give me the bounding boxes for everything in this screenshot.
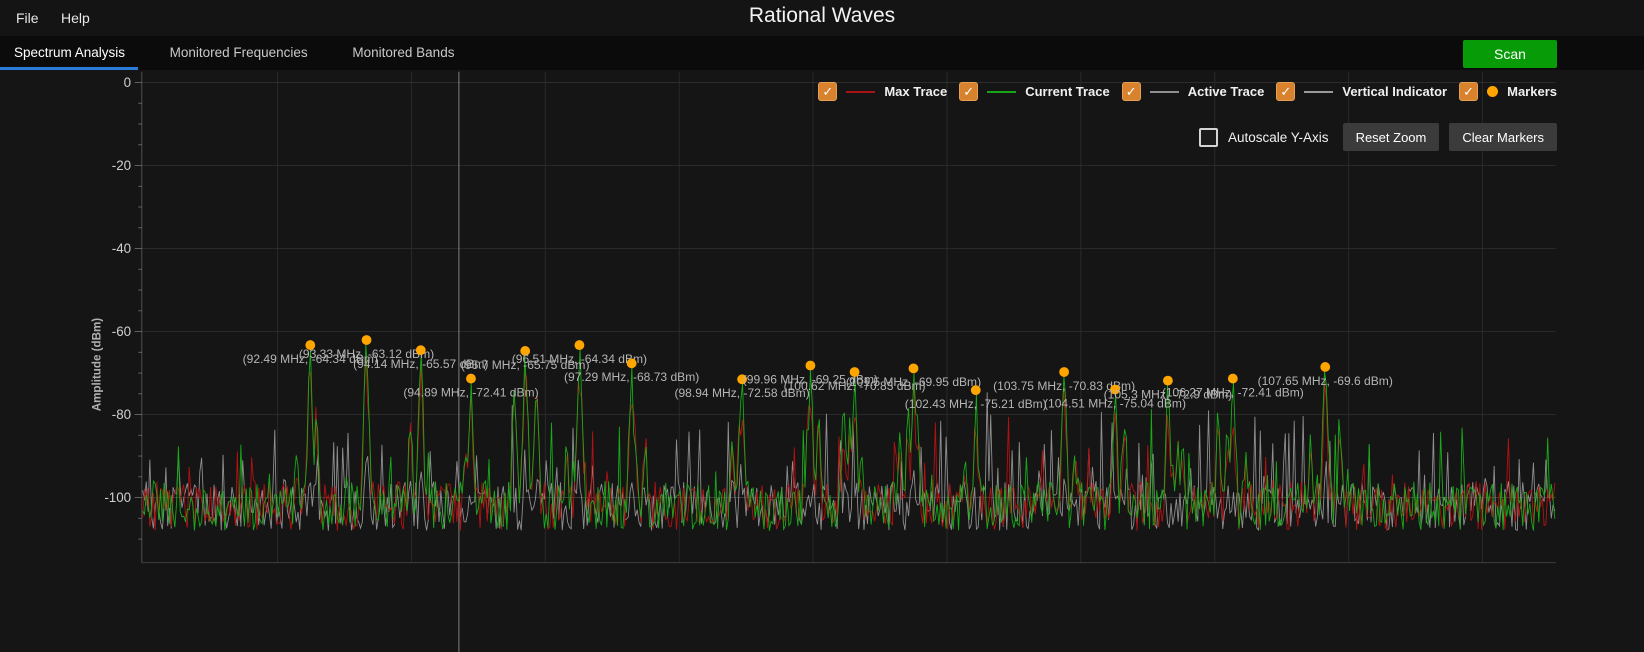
legend-label: Markers (1507, 84, 1557, 99)
marker-dot[interactable] (466, 374, 476, 384)
app-window: FileHelp Rational Waves Scan Spectrum An… (0, 0, 1644, 652)
marker-dot[interactable] (1320, 362, 1330, 372)
scan-button[interactable]: Scan (1463, 40, 1557, 68)
tab-monitored-bands[interactable]: Monitored Bands (338, 36, 468, 67)
marker-label: (101.5 MHz, -69.95 dBm) (846, 375, 981, 389)
marker-label: (107.65 MHz, -69.6 dBm) (1258, 374, 1393, 388)
legend-checkbox-vertical-indicator[interactable]: ✓ (1276, 82, 1295, 101)
marker-dot[interactable] (1163, 376, 1173, 386)
app-title: Rational Waves (0, 4, 1644, 28)
marker-label: (94.89 MHz, -72.41 dBm) (403, 385, 538, 399)
y-tick-label: -20 (112, 158, 131, 173)
trace-line-icon (1150, 91, 1179, 93)
legend-item-markers: ✓ Markers (1459, 82, 1557, 101)
checkmark-icon: ✓ (1463, 85, 1474, 98)
tab-spectrum-analysis[interactable]: Spectrum Analysis (0, 36, 139, 67)
legend-label: Active Trace (1188, 84, 1265, 99)
spectrum-chart-area: 0-20-40-60-80-100Amplitude (dBm)(92.49 M… (0, 70, 1644, 652)
checkmark-icon: ✓ (1126, 85, 1137, 98)
reset-zoom-button[interactable]: Reset Zoom (1343, 123, 1440, 151)
checkmark-icon: ✓ (1280, 85, 1291, 98)
legend-checkbox-markers[interactable]: ✓ (1459, 82, 1478, 101)
legend-label: Max Trace (884, 84, 947, 99)
legend-item-vertical-indicator: ✓ Vertical Indicator (1276, 82, 1447, 101)
trace-line-icon (987, 91, 1016, 93)
y-axis-title: Amplitude (dBm) (91, 318, 104, 412)
tab-monitored-frequencies[interactable]: Monitored Frequencies (156, 36, 322, 67)
checkmark-icon: ✓ (822, 85, 833, 98)
marker-dot[interactable] (627, 358, 637, 368)
marker-label: (97.29 MHz, -68.73 dBm) (564, 370, 699, 384)
marker-dot[interactable] (416, 345, 426, 355)
autoscale-label: Autoscale Y-Axis (1228, 130, 1329, 145)
checkmark-icon: ✓ (963, 85, 974, 98)
y-tick-label: 0 (124, 75, 131, 90)
y-tick-label: -100 (104, 490, 131, 505)
tab-strip: Scan Spectrum Analysis Monitored Frequenc… (0, 36, 1644, 70)
marker-label: (102.43 MHz, -75.21 dBm) (905, 397, 1047, 411)
marker-label: (96.51 MHz, -64.34 dBm) (512, 352, 647, 366)
marker-dot[interactable] (1228, 374, 1238, 384)
trace-line-icon (846, 91, 875, 93)
y-tick-label: -40 (112, 241, 131, 256)
legend-label: Vertical Indicator (1342, 84, 1447, 99)
y-tick-label: -80 (112, 407, 131, 422)
marker-dot[interactable] (971, 385, 981, 395)
legend-checkbox-active-trace[interactable]: ✓ (1122, 82, 1141, 101)
marker-dot-icon (1487, 86, 1498, 97)
clear-markers-button[interactable]: Clear Markers (1449, 123, 1557, 151)
legend-item-max-trace: ✓ Max Trace (818, 82, 947, 101)
y-tick-label: -60 (112, 324, 131, 339)
legend-checkbox-max-trace[interactable]: ✓ (818, 82, 837, 101)
marker-dot[interactable] (362, 335, 372, 345)
legend-item-active-trace: ✓ Active Trace (1122, 82, 1265, 101)
trace-line-icon (1304, 91, 1333, 93)
autoscale-control: Autoscale Y-Axis (1199, 128, 1329, 147)
legend-item-current-trace: ✓ Current Trace (959, 82, 1110, 101)
autoscale-checkbox[interactable] (1199, 128, 1218, 147)
chart-controls: Autoscale Y-Axis Reset Zoom Clear Marker… (1199, 123, 1557, 151)
marker-dot[interactable] (805, 361, 815, 371)
legend-label: Current Trace (1025, 84, 1110, 99)
chart-legend: ✓ Max Trace ✓ Current Trace ✓ Active Trace ✓ Ve… (818, 82, 1557, 101)
marker-dot[interactable] (1059, 367, 1069, 377)
marker-dot[interactable] (575, 340, 585, 350)
legend-checkbox-current-trace[interactable]: ✓ (959, 82, 978, 101)
marker-dot[interactable] (909, 363, 919, 373)
spectrum-plot[interactable]: 0-20-40-60-80-100Amplitude (dBm)(92.49 M… (0, 70, 1644, 652)
